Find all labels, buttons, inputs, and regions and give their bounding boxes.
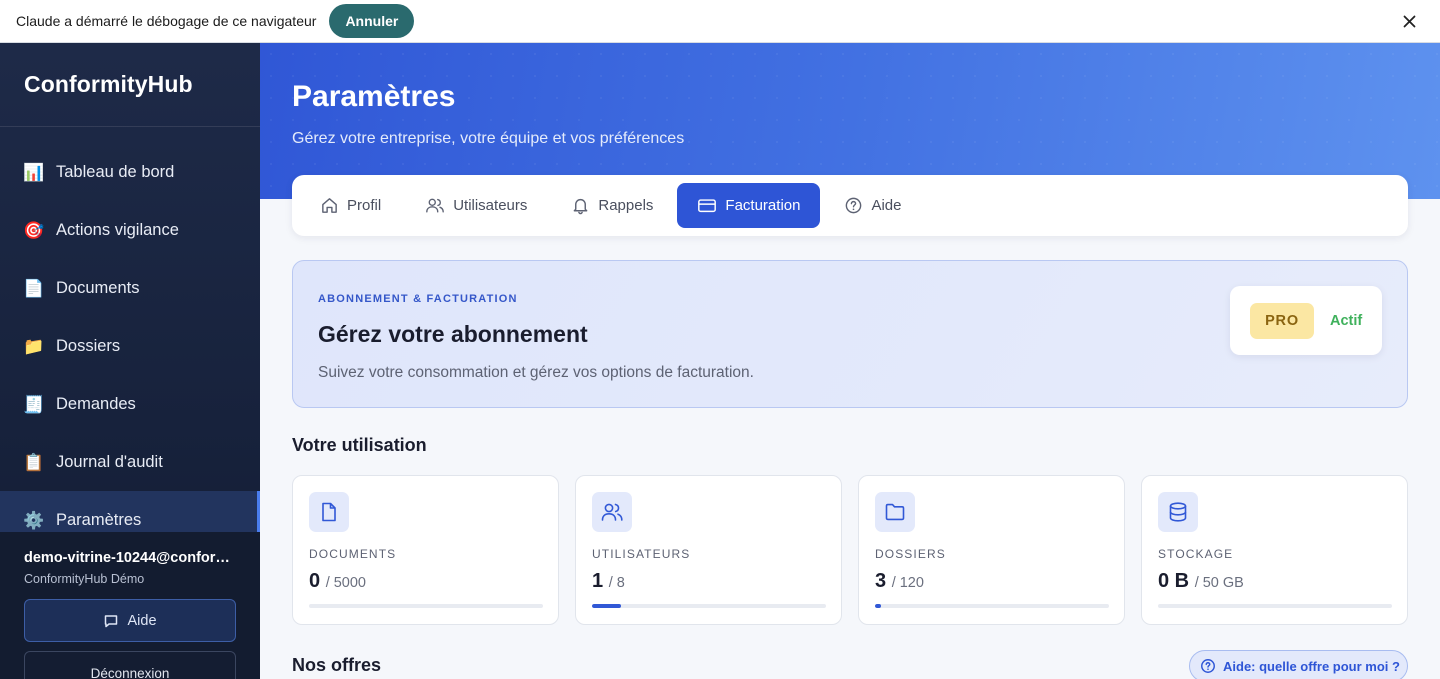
sidebar: ConformityHub 📊 Tableau de bord 🎯 Action… [0,43,260,679]
user-organization: ConformityHub Démo [24,572,145,586]
sidebar-item-label: Demandes [56,394,136,413]
current-plan: PRO Actif [1230,286,1382,355]
settings-tabs: Profil Utilisateurs Rappels Facturation … [292,175,1408,236]
bell-icon [573,198,588,215]
subscription-description: Suivez votre consommation et gérez vos o… [318,364,754,381]
document-icon: 📄 [23,278,45,298]
clipboard-icon: 📋 [23,452,45,472]
tab-label: Facturation [725,197,801,214]
brand-logo[interactable]: ConformityHub [0,43,260,127]
file-icon [309,492,349,532]
plan-status: Actif [1330,312,1363,329]
usage-progress-fill [592,604,622,608]
folder-icon [875,492,915,532]
sidebar-help-label: Aide [127,612,157,629]
sidebar-item-label: Documents [56,278,140,297]
subscription-title: Gérez votre abonnement [318,321,588,347]
sidebar-item-label: Tableau de bord [56,162,175,181]
usage-progress-fill [875,604,881,608]
users-icon [592,492,632,532]
usage-label: DOSSIERS [875,547,946,561]
help-circle-icon [846,197,862,214]
usage-count: 0 B [1158,570,1190,592]
usage-progress-bar [592,604,826,608]
usage-value: 1 / 8 [592,570,625,593]
usage-label: DOCUMENTS [309,547,397,561]
usage-count: 3 [875,570,887,592]
usage-count: 1 [592,570,604,592]
sidebar-item-label: Paramètres [56,510,142,529]
usage-card-dossiers: DOSSIERS 3 / 120 [858,475,1125,625]
gear-icon: ⚙️ [23,510,45,530]
sidebar-item-label: Dossiers [56,336,121,355]
credit-card-icon [698,199,717,213]
usage-section-title: Votre utilisation [292,435,427,455]
tab-label: Profil [347,197,382,214]
usage-progress-bar [875,604,1109,608]
tab-label: Utilisateurs [453,197,528,214]
tab-label: Aide [871,197,902,214]
debug-bar: Claude a démarré le débogage de ce navig… [0,0,1440,43]
usage-card-storage: STOCKAGE 0 B / 50 GB [1141,475,1408,625]
logout-button[interactable]: Déconnexion [24,651,236,679]
sidebar-help-button[interactable]: Aide [24,599,236,642]
usage-count: 0 [309,570,321,592]
cancel-debug-button[interactable]: Annuler [329,4,415,38]
debug-message: Claude a démarré le débogage de ce navig… [16,13,317,29]
tab-billing[interactable]: Facturation [677,183,821,228]
sidebar-item-audit-log[interactable]: 📋 Journal d'audit [0,433,260,491]
sidebar-user-panel: demo-vitrine-10244@conformityhub.fr Conf… [0,532,260,679]
usage-label: STOCKAGE [1158,547,1234,561]
offers-section-title: Nos offres [292,655,382,675]
sidebar-item-documents[interactable]: 📄 Documents [0,259,260,317]
users-icon [426,198,445,213]
sidebar-item-dashboard[interactable]: 📊 Tableau de bord [0,143,260,201]
database-icon [1158,492,1198,532]
subscription-kicker: ABONNEMENT & FACTURATION [318,293,518,305]
tab-help[interactable]: Aide [824,183,921,228]
usage-card-users: UTILISATEURS 1 / 8 [575,475,842,625]
folder-icon: 📁 [23,336,45,356]
sidebar-item-label: Actions vigilance [56,220,179,239]
home-icon [322,198,337,213]
usage-card-documents: DOCUMENTS 0 / 5000 [292,475,559,625]
main-content: Paramètres Gérez votre entreprise, votre… [260,43,1440,679]
sidebar-item-label: Journal d'audit [56,452,163,471]
usage-value: 3 / 120 [875,570,924,593]
receipt-icon: 🧾 [23,394,45,414]
usage-value: 0 B / 50 GB [1158,570,1244,593]
usage-progress-bar [309,604,543,608]
usage-value: 0 / 5000 [309,570,366,593]
tab-label: Rappels [598,197,654,214]
usage-limit: / 120 [891,575,924,591]
user-email: demo-vitrine-10244@conformityhub.fr [24,550,236,566]
help-circle-icon [1201,659,1215,673]
offer-help-label: Aide: quelle offre pour moi ? [1223,658,1400,674]
usage-limit: / 5000 [325,575,367,591]
subscription-card: ABONNEMENT & FACTURATION Gérez votre abo… [292,260,1408,408]
tab-reminders[interactable]: Rappels [551,183,673,228]
sidebar-item-dossiers[interactable]: 📁 Dossiers [0,317,260,375]
tab-profile[interactable]: Profil [300,183,401,228]
usage-label: UTILISATEURS [592,547,691,561]
page-subtitle: Gérez votre entreprise, votre équipe et … [292,130,685,147]
usage-limit: / 8 [608,575,625,591]
bar-chart-icon: 📊 [23,162,45,182]
plan-badge: PRO [1250,302,1314,339]
offer-help-button[interactable]: Aide: quelle offre pour moi ? [1189,650,1408,679]
sidebar-item-vigilance[interactable]: 🎯 Actions vigilance [0,201,260,259]
target-icon: 🎯 [23,220,45,240]
usage-limit: / 50 GB [1194,575,1244,591]
sidebar-item-demandes[interactable]: 🧾 Demandes [0,375,260,433]
page-title: Paramètres [292,80,456,113]
usage-progress-bar [1158,604,1392,608]
tab-users[interactable]: Utilisateurs [405,183,547,228]
chat-icon [105,614,118,627]
close-icon[interactable] [1396,8,1422,34]
